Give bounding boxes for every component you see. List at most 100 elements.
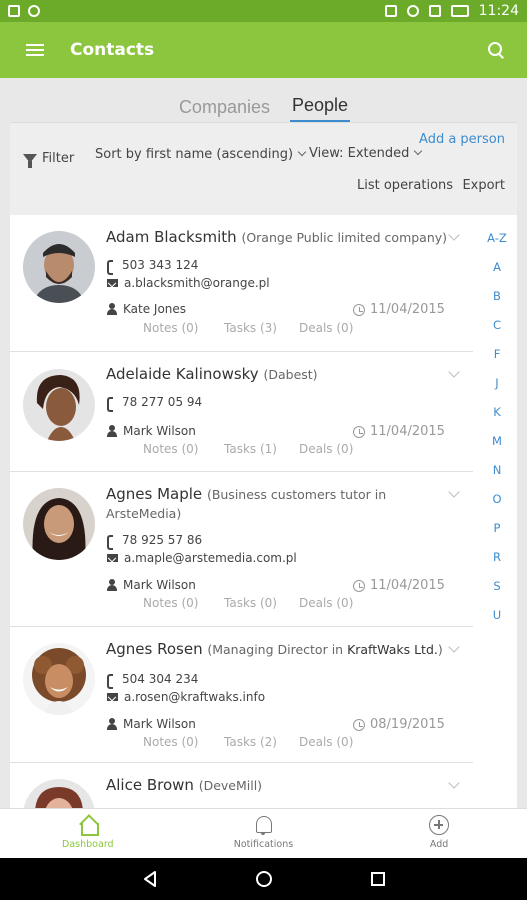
tasks-count[interactable]: Tasks (3) bbox=[224, 321, 299, 335]
alphabet-letter[interactable]: S bbox=[485, 579, 509, 608]
expand-chevron-icon[interactable] bbox=[448, 641, 460, 653]
contact-name-line: Agnes Rosen (Managing Director in KraftW… bbox=[106, 640, 449, 659]
notes-count[interactable]: Notes (0) bbox=[143, 442, 224, 456]
contact-item[interactable]: Agnes Maple (Business customers tutor in… bbox=[10, 472, 473, 627]
contact-phone[interactable]: 503 343 124 bbox=[122, 258, 198, 272]
alphabet-letter[interactable]: A bbox=[485, 260, 509, 289]
alphabet-letter[interactable]: A-Z bbox=[485, 231, 509, 260]
nav-notifications[interactable]: Notifications bbox=[176, 809, 352, 858]
contact-company: (DeveMill) bbox=[198, 778, 263, 793]
phone-row: 78 925 57 86 bbox=[107, 533, 202, 550]
sort-dropdown[interactable]: Sort by first name (ascending) bbox=[95, 147, 307, 162]
contact-email[interactable]: a.blacksmith@orange.pl bbox=[124, 276, 270, 290]
notes-count[interactable]: Notes (0) bbox=[143, 596, 224, 610]
system-nav-bar bbox=[0, 858, 527, 900]
filter-label: Filter bbox=[42, 151, 75, 166]
alphabet-letter[interactable]: K bbox=[485, 405, 509, 434]
avatar bbox=[23, 643, 95, 715]
contact-counts: Notes (0) Tasks (3) Deals (0) bbox=[143, 321, 353, 335]
email-icon bbox=[107, 693, 118, 701]
alphabet-letter[interactable]: J bbox=[485, 376, 509, 405]
contact-item[interactable]: Agnes Rosen (Managing Director in KraftW… bbox=[10, 627, 473, 763]
contact-name-line: Adam Blacksmith (Orange Public limited c… bbox=[106, 228, 449, 247]
contact-date: 11/04/2015 bbox=[353, 578, 445, 593]
search-icon[interactable] bbox=[487, 41, 505, 59]
chevron-down-icon bbox=[297, 147, 307, 157]
alphabet-letter[interactable]: R bbox=[485, 550, 509, 579]
owner-row: Kate Jones bbox=[107, 302, 186, 316]
filter-icon bbox=[23, 154, 37, 168]
contact-owner: Mark Wilson bbox=[123, 717, 196, 731]
nav-label: Dashboard bbox=[62, 839, 114, 850]
contact-phone[interactable]: 78 277 05 94 bbox=[122, 395, 202, 409]
alphabet-letter[interactable]: U bbox=[485, 608, 509, 637]
view-dropdown[interactable]: View: Extended bbox=[309, 146, 423, 161]
deals-count[interactable]: Deals (0) bbox=[299, 321, 353, 335]
contact-phone[interactable]: 78 925 57 86 bbox=[122, 533, 202, 547]
expand-chevron-icon[interactable] bbox=[448, 777, 460, 789]
contact-date-value: 11/04/2015 bbox=[370, 578, 445, 593]
notes-count[interactable]: Notes (0) bbox=[143, 321, 224, 335]
expand-chevron-icon[interactable] bbox=[448, 229, 460, 241]
alphabet-letter[interactable]: B bbox=[485, 289, 509, 318]
nav-label: Notifications bbox=[233, 839, 294, 850]
contact-email[interactable]: a.rosen@kraftwaks.info bbox=[124, 690, 265, 704]
filter-button[interactable]: Filter bbox=[23, 151, 75, 168]
back-icon[interactable] bbox=[141, 870, 159, 888]
alphabet-letter[interactable]: O bbox=[485, 492, 509, 521]
status-time: 11:24 bbox=[478, 3, 519, 19]
plus-circle-icon bbox=[429, 815, 450, 835]
deals-count[interactable]: Deals (0) bbox=[299, 596, 353, 610]
contact-date-value: 11/04/2015 bbox=[370, 424, 445, 439]
house-icon bbox=[78, 815, 99, 836]
company-name[interactable]: KraftWaks Ltd. bbox=[347, 642, 438, 657]
image-notification-icon bbox=[8, 5, 20, 17]
contact-phone[interactable]: 504 304 234 bbox=[122, 672, 198, 686]
contact-name-line: Agnes Maple (Business customers tutor in… bbox=[106, 485, 449, 523]
email-icon bbox=[107, 279, 118, 287]
contact-item[interactable]: Adelaide Kalinowsky (Dabest) 78 277 05 9… bbox=[10, 352, 473, 472]
expand-chevron-icon[interactable] bbox=[448, 366, 460, 378]
alphabet-letter[interactable]: N bbox=[485, 463, 509, 492]
contact-email[interactable]: a.maple@arstemedia.com.pl bbox=[124, 551, 297, 565]
menu-icon[interactable] bbox=[26, 44, 44, 56]
home-icon[interactable] bbox=[255, 870, 273, 888]
vibrate-icon bbox=[384, 5, 397, 17]
list-operations-button[interactable]: List operations bbox=[357, 178, 453, 193]
owner-row: Mark Wilson bbox=[107, 424, 196, 438]
avatar bbox=[23, 231, 95, 303]
deals-count[interactable]: Deals (0) bbox=[299, 735, 353, 749]
recent-apps-icon[interactable] bbox=[369, 870, 387, 888]
contact-name: Adam Blacksmith bbox=[106, 228, 237, 246]
expand-chevron-icon[interactable] bbox=[448, 486, 460, 498]
tab-companies[interactable]: Companies bbox=[177, 97, 272, 122]
contact-date-value: 08/19/2015 bbox=[370, 717, 445, 732]
notes-count[interactable]: Notes (0) bbox=[143, 735, 224, 749]
contact-item[interactable]: Alice Brown (DeveMill) bbox=[10, 763, 473, 808]
tasks-count[interactable]: Tasks (0) bbox=[224, 596, 299, 610]
contact-item[interactable]: Adam Blacksmith (Orange Public limited c… bbox=[10, 215, 473, 352]
settings-notification-icon bbox=[28, 5, 40, 17]
bell-icon bbox=[253, 815, 273, 835]
email-row: a.rosen@kraftwaks.info bbox=[107, 690, 265, 704]
deals-count[interactable]: Deals (0) bbox=[299, 442, 353, 456]
tasks-count[interactable]: Tasks (1) bbox=[224, 442, 299, 456]
list-toolbar: Filter Sort by first name (ascending) Vi… bbox=[10, 122, 517, 215]
alphabet-letter[interactable]: M bbox=[485, 434, 509, 463]
alphabet-index: A-Z A B C F J K M N O P R S U bbox=[485, 231, 509, 637]
alphabet-letter[interactable]: C bbox=[485, 318, 509, 347]
add-person-link[interactable]: Add a person bbox=[419, 132, 505, 147]
phone-icon bbox=[107, 259, 116, 275]
nav-dashboard[interactable]: Dashboard bbox=[0, 809, 176, 858]
user-icon bbox=[107, 425, 117, 437]
alphabet-letter[interactable]: F bbox=[485, 347, 509, 376]
tasks-count[interactable]: Tasks (2) bbox=[224, 735, 299, 749]
battery-icon bbox=[450, 5, 469, 17]
alphabet-letter[interactable]: P bbox=[485, 521, 509, 550]
export-button[interactable]: Export bbox=[462, 178, 505, 193]
contact-name: Agnes Rosen bbox=[106, 640, 203, 658]
contact-date: 11/04/2015 bbox=[353, 424, 445, 439]
signal-icon bbox=[428, 5, 441, 17]
nav-add[interactable]: Add bbox=[351, 809, 527, 858]
tab-people[interactable]: People bbox=[289, 95, 351, 122]
